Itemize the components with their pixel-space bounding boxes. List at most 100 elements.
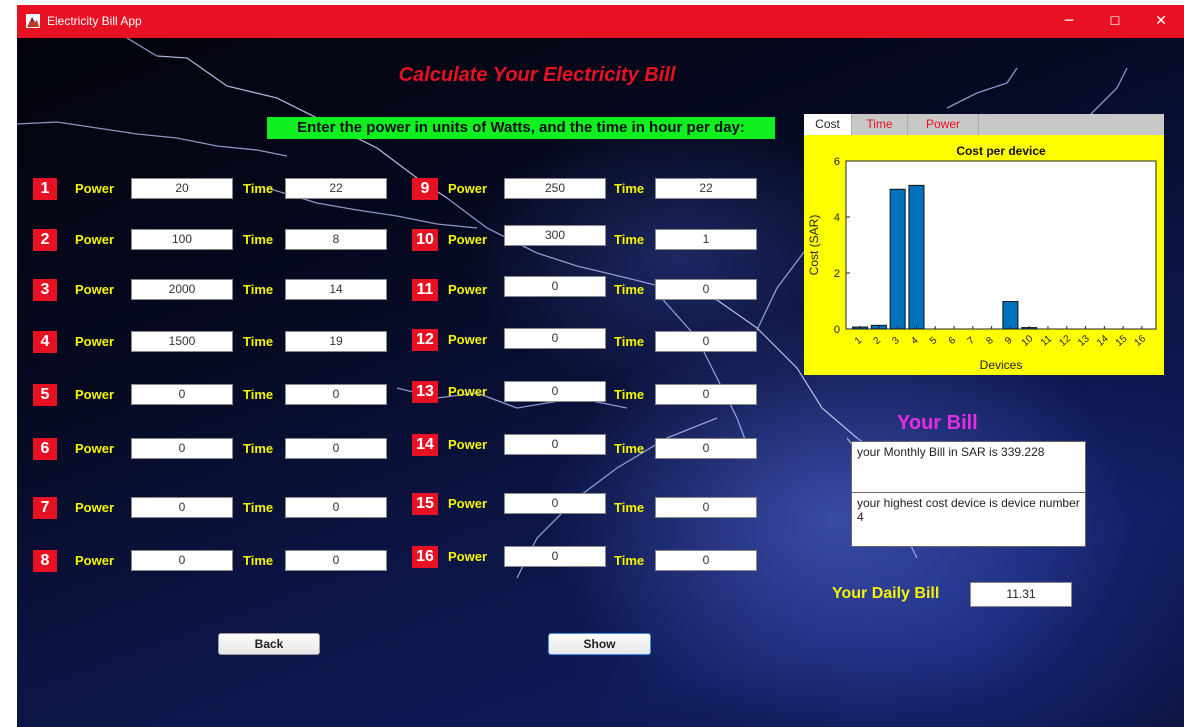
title-bar[interactable]: Electricity Bill App ─ ☐ ✕ [17,5,1184,38]
device-number: 8 [33,550,57,572]
time-input[interactable]: 0 [655,550,757,571]
time-input[interactable]: 0 [655,384,757,405]
power-label: Power [75,387,115,402]
power-input[interactable]: 0 [131,550,233,571]
time-input[interactable]: 0 [655,497,757,518]
bar [908,184,925,330]
time-input[interactable]: 0 [285,438,387,459]
time-label: Time [243,282,274,297]
power-label: Power [75,282,115,297]
time-label: Time [243,387,274,402]
power-label: Power [448,282,488,297]
x-tick-label: 7 [966,335,978,347]
power-label: Power [75,500,115,515]
time-input[interactable]: 0 [285,384,387,405]
time-label: Time [614,553,645,568]
time-label: Time [243,441,274,456]
x-axis-label: Devices [980,358,1023,372]
time-input[interactable]: 22 [655,178,757,199]
time-input[interactable]: 0 [655,331,757,352]
time-input[interactable]: 0 [655,438,757,459]
show-button[interactable]: Show [548,633,651,655]
device-number: 7 [33,497,57,519]
device-number: 2 [33,229,57,251]
your-bill-heading: Your Bill [897,412,978,434]
page-title: Calculate Your Electricity Bill [398,64,676,86]
time-input[interactable]: 0 [285,550,387,571]
x-tick-label: 10 [1020,333,1036,349]
instructions-banner: Enter the power in units of Watts, and t… [267,117,775,139]
power-label: Power [448,496,488,511]
time-label: Time [614,334,645,349]
time-label: Time [243,181,274,196]
chart-tabs: Cost Time Power [804,114,1164,135]
x-tick-label: 9 [1003,335,1015,347]
time-input[interactable]: 14 [285,279,387,300]
time-input[interactable]: 22 [285,178,387,199]
time-label: Time [243,500,274,515]
device-number: 16 [412,546,438,568]
x-tick-label: 5 [928,335,940,347]
x-tick-label: 16 [1133,333,1149,349]
time-label: Time [243,232,274,247]
power-label: Power [75,181,115,196]
tab-time[interactable]: Time [852,114,908,135]
power-input[interactable]: 0 [504,546,606,567]
x-tick-label: 3 [890,335,902,347]
device-number: 14 [412,434,438,456]
time-label: Time [243,334,274,349]
client-area: Calculate Your Electricity Bill Enter th… [17,38,1184,727]
device-number: 3 [33,279,57,301]
x-tick-label: 12 [1057,333,1073,349]
power-label: Power [448,181,488,196]
power-label: Power [75,553,115,568]
tab-cost[interactable]: Cost [804,114,852,135]
device-number: 6 [33,438,57,460]
back-button[interactable]: Back [218,633,320,655]
mountain-app-icon [26,14,40,28]
daily-bill-label: Your Daily Bill [832,585,940,602]
chart-title: Cost per device [956,144,1046,158]
power-input[interactable]: 0 [131,438,233,459]
daily-bill-value: 11.31 [970,582,1072,607]
time-label: Time [243,553,274,568]
power-input[interactable]: 0 [131,497,233,518]
time-input[interactable]: 1 [655,229,757,250]
power-input[interactable]: 0 [504,434,606,455]
power-label: Power [75,441,115,456]
power-input[interactable]: 20 [131,178,233,199]
power-label: Power [75,334,115,349]
power-label: Power [448,437,488,452]
window-title: Electricity Bill App [47,14,142,28]
power-label: Power [448,549,488,564]
x-tick-label: 6 [947,335,959,347]
time-input[interactable]: 19 [285,331,387,352]
time-input[interactable]: 8 [285,229,387,250]
power-input[interactable]: 250 [504,178,606,199]
y-axis-label: Cost (SAR) [807,215,821,276]
time-label: Time [614,500,645,515]
power-input[interactable]: 300 [504,225,606,246]
tab-power[interactable]: Power [908,114,979,135]
minimize-button[interactable]: ─ [1046,5,1092,38]
power-input[interactable]: 0 [504,328,606,349]
power-input[interactable]: 0 [504,276,606,297]
device-number: 4 [33,331,57,353]
power-input[interactable]: 100 [131,229,233,250]
power-label: Power [448,232,488,247]
x-tick-label: 1 [853,335,865,347]
power-input[interactable]: 0 [504,381,606,402]
power-input[interactable]: 1500 [131,331,233,352]
power-input[interactable]: 2000 [131,279,233,300]
power-input[interactable]: 0 [131,384,233,405]
device-number: 15 [412,493,438,515]
y-tick-label: 0 [834,324,840,336]
power-input[interactable]: 0 [504,493,606,514]
x-tick-label: 4 [909,335,921,347]
maximize-button[interactable]: ☐ [1092,5,1138,38]
time-input[interactable]: 0 [655,279,757,300]
device-number: 12 [412,329,438,351]
device-number: 13 [412,381,438,403]
time-input[interactable]: 0 [285,497,387,518]
close-button[interactable]: ✕ [1138,5,1184,38]
